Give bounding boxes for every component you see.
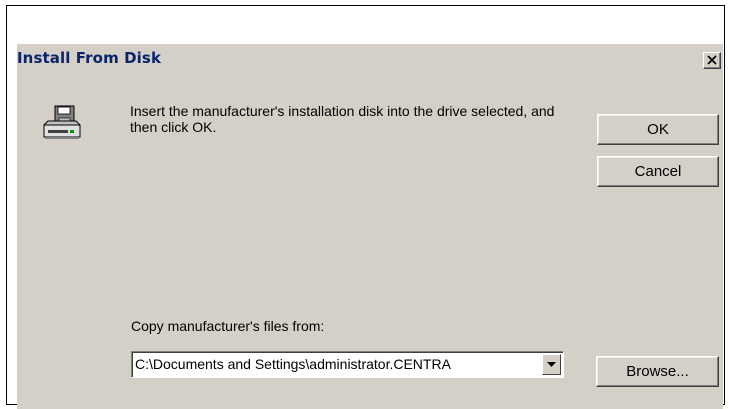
dropdown-button[interactable] [542,354,561,375]
dialog-title: Install From Disk [17,49,162,67]
copy-files-label: Copy manufacturer's files from: [131,318,325,334]
path-input[interactable]: C:\Documents and Settings\administrator.… [135,356,540,372]
title-bar: Install From Disk [17,44,723,74]
close-icon [707,55,717,65]
floppy-disk-drive-icon [42,104,82,144]
ok-button[interactable]: OK [597,114,719,145]
close-button[interactable] [703,52,721,69]
instruction-message: Insert the manufacturer's installation d… [130,103,555,135]
install-from-disk-dialog: Install From Disk Insert the manufacture… [17,44,723,409]
path-combobox[interactable]: C:\Documents and Settings\administrator.… [131,351,564,378]
browse-button[interactable]: Browse... [596,356,719,387]
cancel-button[interactable]: Cancel [597,156,719,187]
chevron-down-icon [547,362,556,367]
